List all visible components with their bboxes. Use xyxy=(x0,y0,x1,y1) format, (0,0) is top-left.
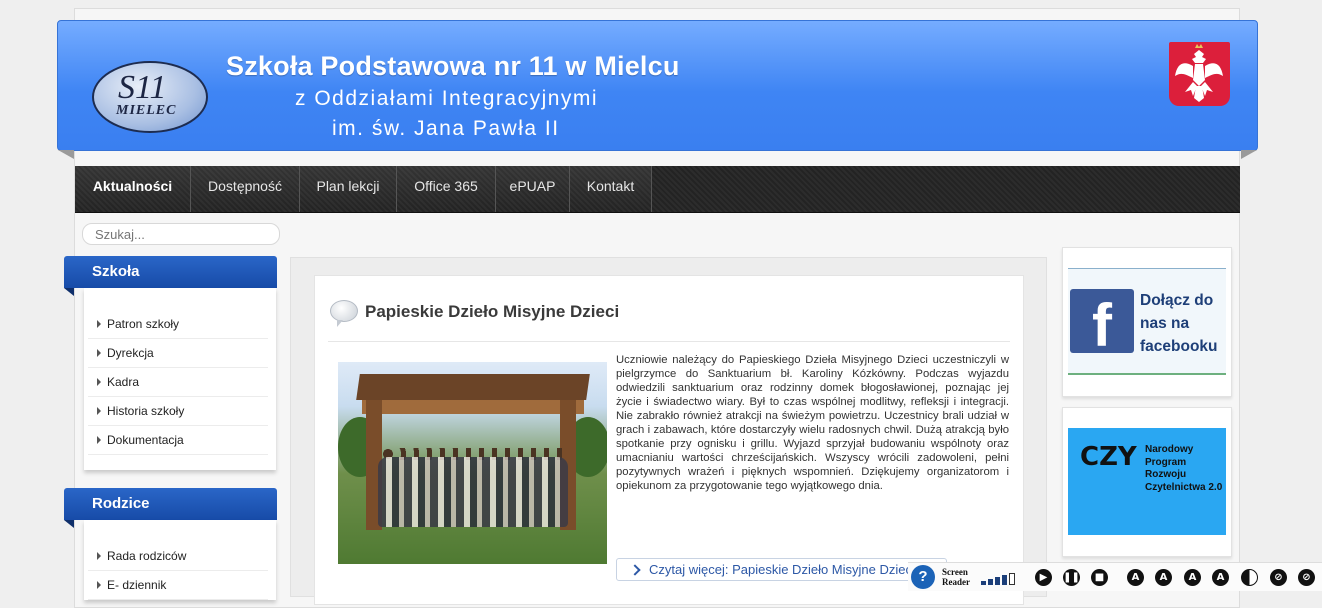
screen-reader-label-line: Reader xyxy=(942,577,970,587)
photo-gate-beam xyxy=(362,400,584,414)
chevron-right-icon xyxy=(97,320,101,328)
sidebar-item-historia[interactable]: Historia szkoły xyxy=(88,397,268,426)
read-more-label: Czytaj więcej: Papieskie Dzieło Misyjne … xyxy=(649,562,915,577)
play-icon[interactable]: ▶ xyxy=(1035,569,1052,586)
site-header: S11 MIELEC Szkoła Podstawowa nr 11 w Mie… xyxy=(57,20,1258,159)
npr-logo-icon: CZY xyxy=(1080,442,1137,472)
font-increase-icon[interactable]: A xyxy=(1127,569,1144,586)
facebook-banner[interactable]: f Dołącz do nas na facebooku xyxy=(1068,268,1226,375)
pause-icon[interactable]: ❚❚ xyxy=(1063,569,1080,586)
sidebar-item-label: Kadra xyxy=(107,375,140,389)
sidebar-item-patron[interactable]: Patron szkoły xyxy=(88,310,268,339)
polish-eagle-emblem-icon xyxy=(1169,42,1230,106)
nav-item-kontakt[interactable]: Kontakt xyxy=(570,166,652,212)
font-reset-icon[interactable]: A xyxy=(1184,569,1201,586)
invert-icon[interactable]: ⊘ xyxy=(1298,569,1315,586)
nav-item-epuap[interactable]: ePUAP xyxy=(496,166,570,212)
article-title[interactable]: Papieskie Dzieło Misyjne Dzieci xyxy=(365,302,619,322)
sidebar-menu-rodzice: Rada rodziców E- dziennik xyxy=(84,520,276,600)
sidebar-item-e-dziennik[interactable]: E- dziennik xyxy=(88,571,268,600)
sidebar-heading-rodzice: Rodzice xyxy=(64,488,277,528)
accessibility-toolbar: ? Screen Reader ▶ ❚❚ ■ A A A A ⊘ ⊘ xyxy=(908,562,1322,591)
sidebar-item-label: Historia szkoły xyxy=(107,404,185,418)
nav-item-office-365[interactable]: Office 365 xyxy=(397,166,496,212)
chevron-right-icon xyxy=(97,407,101,415)
sidebar-heading-szkola: Szkoła xyxy=(64,256,277,296)
chevron-right-icon xyxy=(97,436,101,444)
article-photo[interactable] xyxy=(338,362,607,564)
screen-reader-label: Screen Reader xyxy=(942,567,970,587)
nav-item-aktualnosci[interactable]: Aktualności xyxy=(75,166,191,212)
sidebar-menu-szkola: Patron szkoły Dyrekcja Kadra Historia sz… xyxy=(84,288,276,470)
logo-number: S11 xyxy=(118,69,167,106)
nav-item-plan-lekcji[interactable]: Plan lekcji xyxy=(300,166,397,212)
photo-gate-roof xyxy=(356,374,590,400)
sidebar-item-dokumentacja[interactable]: Dokumentacja xyxy=(88,426,268,455)
site-patron: im. św. Jana Pawła II xyxy=(332,117,560,140)
chevron-right-icon xyxy=(97,581,101,589)
sidebar-item-label: Patron szkoły xyxy=(107,317,180,331)
sidebar-item-label: Rada rodziców xyxy=(107,549,187,563)
sidebar-item-rada-rodzicow[interactable]: Rada rodziców xyxy=(88,542,268,571)
site-subtitle: z Oddziałami Integracyjnymi xyxy=(295,87,599,110)
grayscale-icon[interactable]: ⊘ xyxy=(1270,569,1287,586)
site-title: Szkoła Podstawowa nr 11 w Mielcu xyxy=(226,51,680,81)
read-more-button[interactable]: Czytaj więcej: Papieskie Dzieło Misyjne … xyxy=(616,558,947,581)
font-readable-icon[interactable]: A xyxy=(1212,569,1229,586)
screen-reader-label-line: Screen xyxy=(942,567,968,577)
sidebar-item-label: Dyrekcja xyxy=(107,346,154,360)
npr-banner-text: Narodowy Program Rozwoju Czytelnictwa 2.… xyxy=(1145,444,1223,493)
school-logo[interactable]: S11 MIELEC xyxy=(92,61,208,133)
search-input[interactable] xyxy=(82,223,280,245)
speech-bubble-icon xyxy=(330,300,358,327)
contrast-icon[interactable] xyxy=(1241,569,1258,586)
facebook-banner-text: Dołącz do nas na facebooku xyxy=(1140,292,1218,355)
chevron-right-icon xyxy=(97,552,101,560)
sidebar-item-dyrekcja[interactable]: Dyrekcja xyxy=(88,339,268,368)
sidebar-item-kadra[interactable]: Kadra xyxy=(88,368,268,397)
volume-level-icon[interactable] xyxy=(981,571,1025,585)
facebook-icon: f xyxy=(1070,289,1134,353)
sidebar-item-label: Dokumentacja xyxy=(107,433,184,447)
photo-group-people xyxy=(378,457,568,527)
logo-city: MIELEC xyxy=(116,103,177,118)
main-navigation: Aktualności Dostępność Plan lekcji Offic… xyxy=(75,166,1240,213)
screen-reader-icon[interactable]: ? xyxy=(911,565,935,589)
chevron-right-icon xyxy=(97,378,101,386)
font-decrease-icon[interactable]: A xyxy=(1155,569,1172,586)
chevron-right-icon xyxy=(629,564,641,576)
nav-item-dostepnosc[interactable]: Dostępność xyxy=(191,166,300,212)
stop-icon[interactable]: ■ xyxy=(1091,569,1108,586)
npr-banner[interactable]: CZY Narodowy Program Rozwoju Czytelnictw… xyxy=(1068,428,1226,535)
sidebar-item-label: E- dziennik xyxy=(107,578,167,592)
article-body: Uczniowie należący do Papieskiego Dzieła… xyxy=(616,354,1009,492)
chevron-right-icon xyxy=(97,349,101,357)
title-divider xyxy=(328,341,1010,342)
